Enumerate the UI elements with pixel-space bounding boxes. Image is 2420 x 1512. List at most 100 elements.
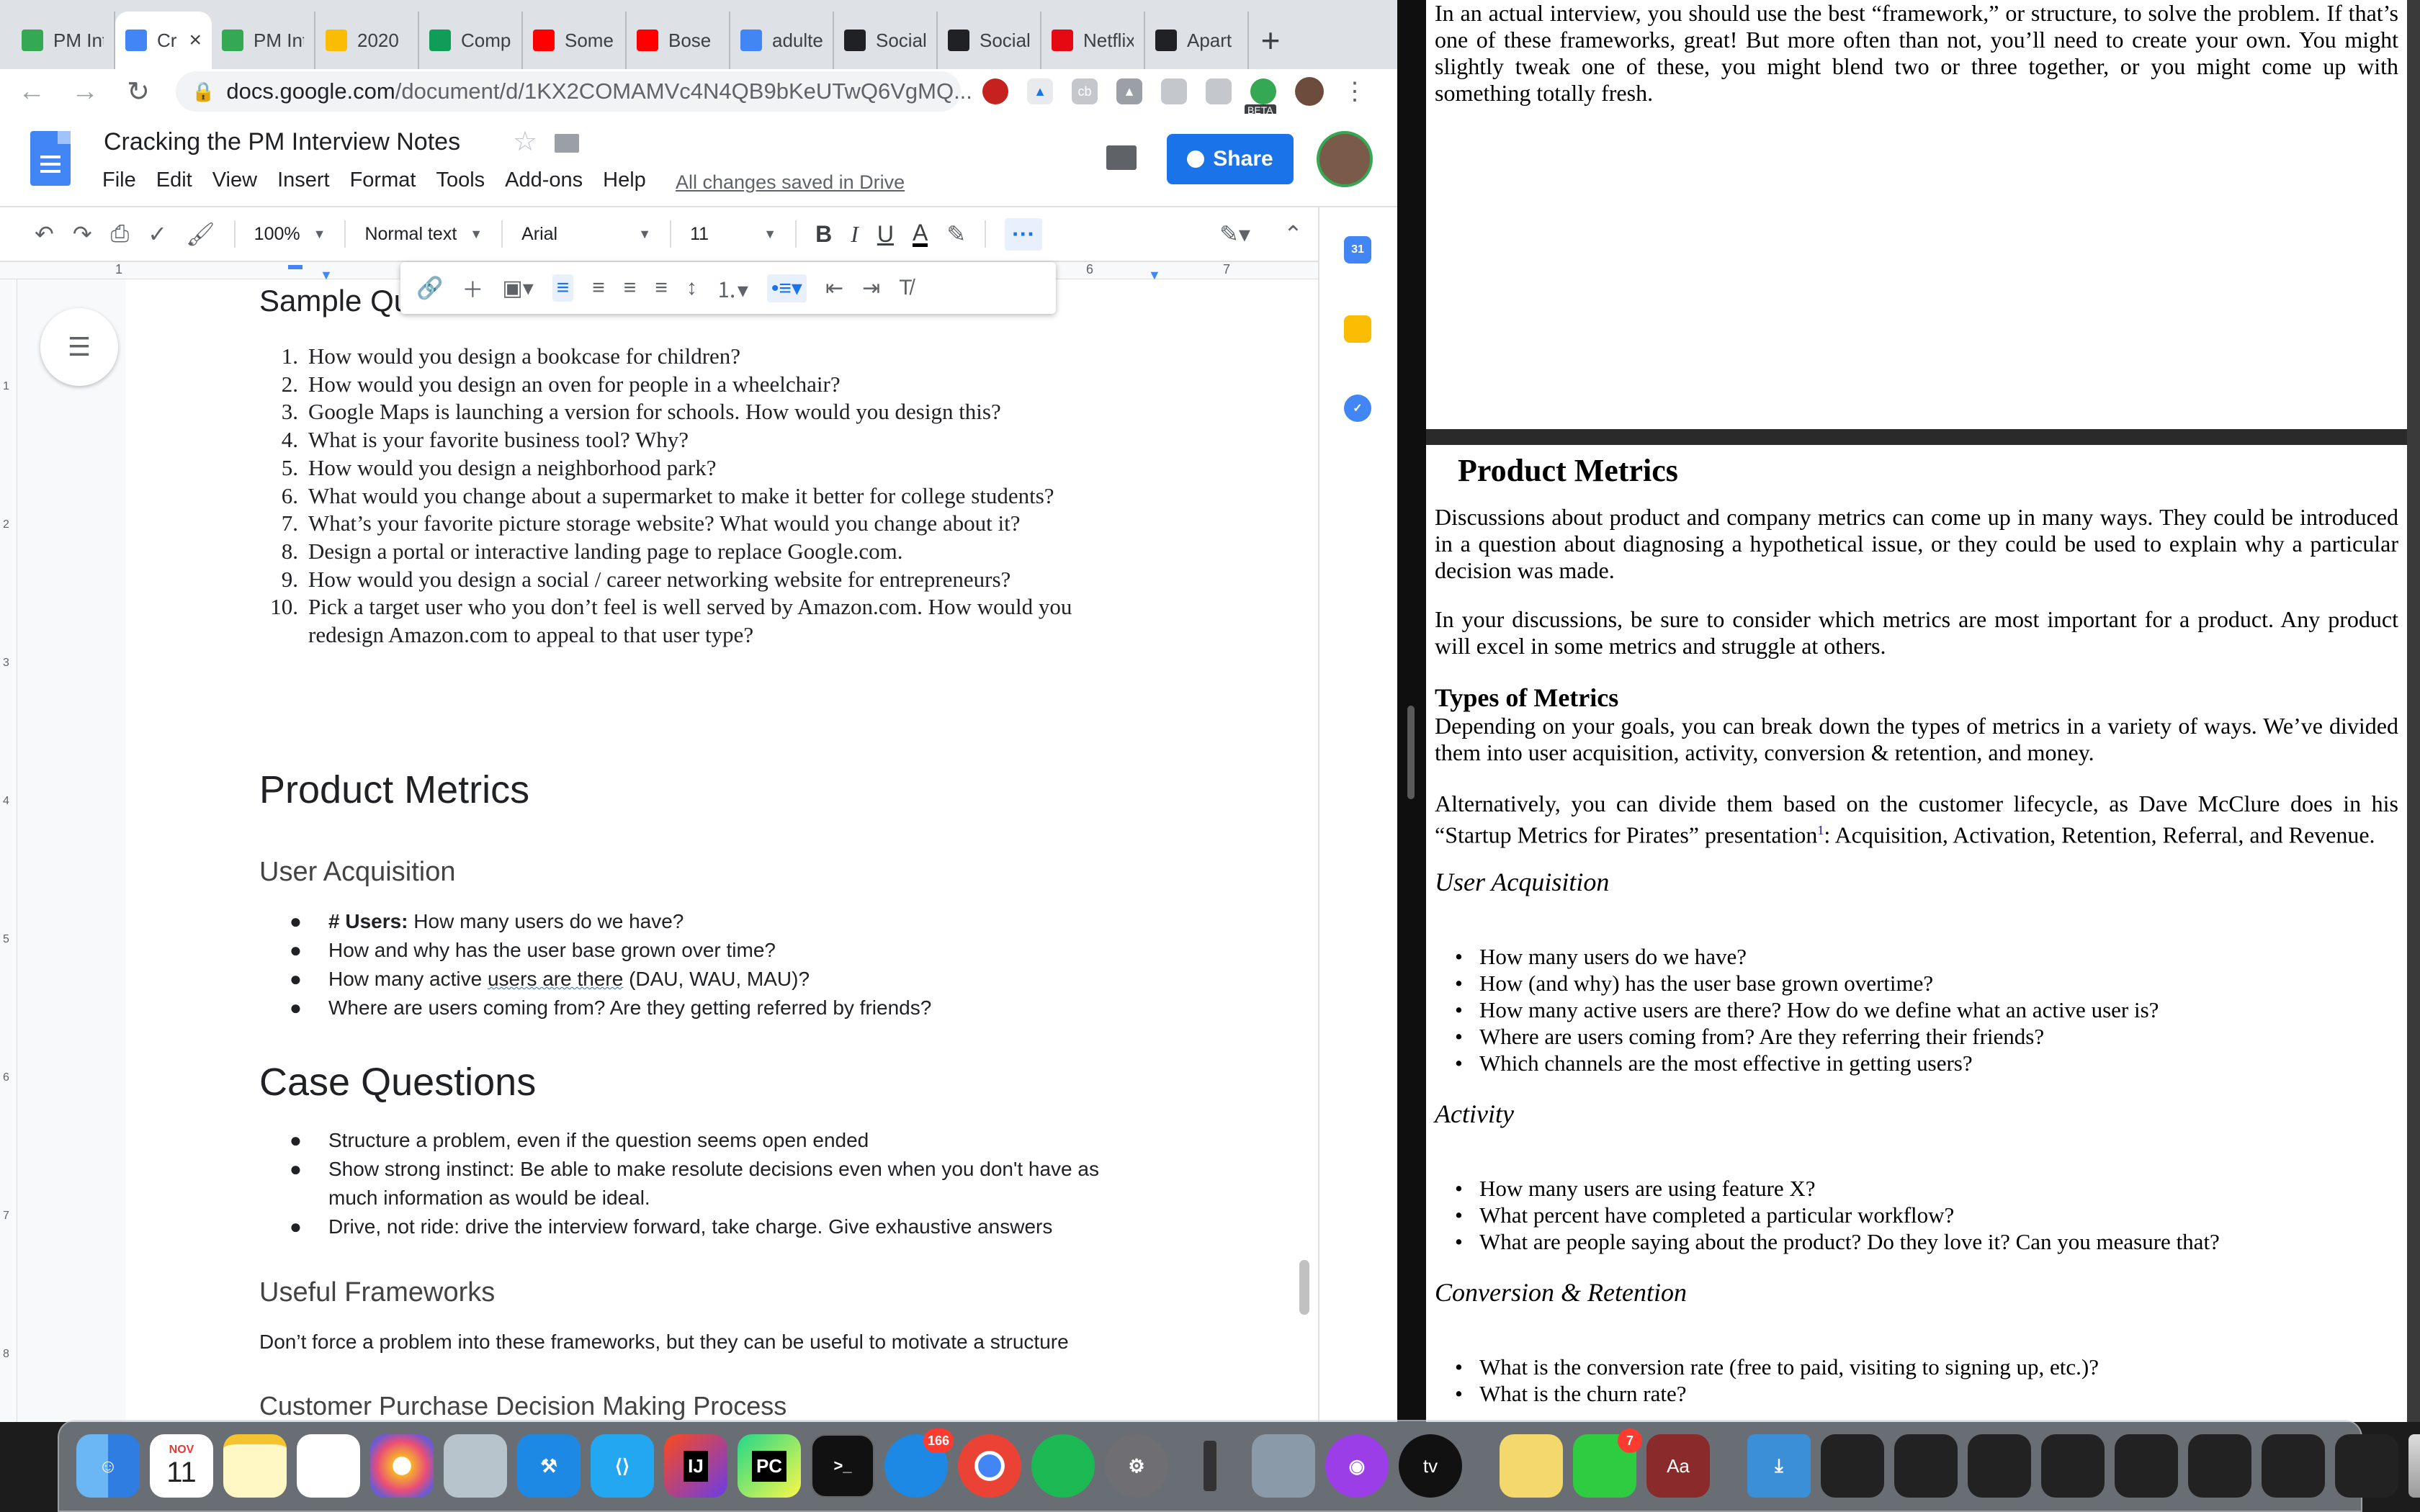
terminal-icon[interactable]: >_ (811, 1434, 874, 1498)
divider-handle[interactable] (1407, 706, 1415, 799)
dictionary-icon[interactable]: Aa (1646, 1434, 1710, 1498)
new-tab-button[interactable]: + (1249, 12, 1292, 69)
minimized-window[interactable] (2115, 1434, 2178, 1498)
style-select[interactable]: Normal text ▼ (364, 224, 483, 245)
document-title[interactable]: Cracking the PM Interview Notes (104, 128, 460, 156)
italic-icon[interactable]: I (851, 221, 859, 248)
minimized-window[interactable] (2188, 1434, 2251, 1498)
indent-marker[interactable] (288, 265, 302, 269)
document-outline-icon[interactable]: ☰ (40, 308, 118, 386)
chrome-icon[interactable] (958, 1434, 1021, 1498)
back-arrow-icon[interactable]: ← (16, 76, 48, 107)
zoom-select[interactable]: 100% ▼ (254, 224, 326, 245)
move-folder-icon[interactable] (555, 134, 579, 153)
minimized-window[interactable] (2335, 1434, 2398, 1498)
menu-tools[interactable]: Tools (436, 168, 485, 192)
bold-icon[interactable]: B (815, 221, 832, 248)
pdf-pane-bottom[interactable]: Product Metrics Discussions about produc… (1426, 445, 2407, 1422)
increase-indent-icon[interactable]: ⇥ (862, 276, 880, 301)
adblock-extension-icon[interactable] (982, 78, 1008, 104)
align-center-icon[interactable]: ≡ (592, 276, 605, 300)
stickies-icon[interactable] (1500, 1434, 1563, 1498)
close-tab-icon[interactable]: × (189, 28, 202, 53)
chrome-menu-icon[interactable]: ⋮ (1343, 77, 1367, 106)
apple-tv-icon[interactable]: tv (1399, 1434, 1462, 1498)
xcode-icon[interactable]: ⚒ (517, 1434, 581, 1498)
downloads-folder-icon[interactable]: ⤓ (1747, 1434, 1811, 1498)
card-extension-icon[interactable] (1206, 78, 1232, 104)
decrease-indent-icon[interactable]: ⇤ (825, 276, 843, 301)
grammar-extension-icon[interactable]: BETA (1245, 78, 1276, 116)
underline-icon[interactable]: U (877, 221, 894, 248)
cb-extension-icon[interactable]: cb (1072, 78, 1098, 104)
bulleted-list-icon[interactable]: •≡▾ (766, 274, 807, 302)
reload-icon[interactable]: ↻ (122, 76, 154, 108)
menu-view[interactable]: View (212, 168, 257, 192)
image-capture-icon[interactable] (1252, 1434, 1315, 1498)
browser-tab[interactable]: Cr × (115, 12, 212, 69)
text-color-icon[interactable]: A (912, 221, 928, 247)
clip-extension-icon[interactable] (1161, 78, 1187, 104)
menu-edit[interactable]: Edit (156, 168, 192, 192)
browser-tab[interactable]: Apart (1145, 12, 1249, 69)
spotify-icon[interactable] (1031, 1434, 1095, 1498)
podcasts-icon[interactable]: ◉ (1325, 1434, 1389, 1498)
minimized-window[interactable] (2262, 1434, 2325, 1498)
spellcheck-underline[interactable]: users are there (488, 968, 623, 990)
trash-icon[interactable] (2408, 1434, 2420, 1498)
vscode-icon[interactable]: ⟨⟩ (591, 1434, 654, 1498)
minimized-window[interactable] (1821, 1434, 1884, 1498)
address-bar[interactable]: 🔒 docs.google.com/document/d/1KX2COMAMVc… (176, 71, 1007, 112)
notes-icon[interactable] (223, 1434, 287, 1498)
browser-tab[interactable]: Some (523, 12, 627, 69)
minimized-window[interactable] (1968, 1434, 2031, 1498)
phone-icon[interactable] (1178, 1434, 1242, 1498)
messages-icon[interactable]: 166 (884, 1428, 954, 1498)
photos-icon[interactable] (370, 1434, 434, 1498)
align-left-icon[interactable]: ≡ (552, 274, 574, 302)
document-scrollbar[interactable] (1299, 1260, 1309, 1315)
comments-icon[interactable] (1106, 145, 1137, 170)
more-options-icon[interactable]: ··· (1005, 217, 1043, 251)
browser-tab[interactable]: 2020 (315, 12, 419, 69)
minimized-window[interactable] (1894, 1434, 1958, 1498)
browser-tab[interactable]: Social (938, 12, 1041, 69)
line-spacing-icon[interactable]: ↕ (686, 276, 697, 300)
account-avatar[interactable] (1317, 131, 1373, 187)
pycharm-icon[interactable]: PC (738, 1434, 801, 1498)
browser-tab[interactable]: Social (834, 12, 938, 69)
intellij-icon[interactable]: IJ (664, 1434, 727, 1498)
menu-add-ons[interactable]: Add-ons (505, 168, 583, 192)
browser-tab[interactable]: adulte (730, 12, 834, 69)
system-preferences-icon[interactable]: ⚙ (1105, 1434, 1168, 1498)
keep-icon[interactable] (1344, 315, 1371, 343)
highlight-icon[interactable]: ✎ (946, 220, 966, 248)
print-icon[interactable]: ⎙ (111, 220, 130, 248)
align-right-icon[interactable]: ≡ (624, 276, 637, 300)
clear-formatting-icon[interactable]: T̸ (899, 276, 912, 300)
docs-logo-icon[interactable] (30, 131, 71, 186)
editing-mode-icon[interactable]: ✎▾ (1219, 220, 1250, 248)
undo-icon[interactable]: ↶ (35, 220, 54, 248)
browser-tab[interactable]: Comp (419, 12, 523, 69)
menu-file[interactable]: File (102, 168, 136, 192)
menu-help[interactable]: Help (603, 168, 646, 192)
redo-icon[interactable]: ↷ (73, 220, 92, 248)
profile-avatar[interactable] (1295, 77, 1324, 106)
forward-arrow-icon[interactable]: → (69, 76, 101, 107)
calendar-app-icon[interactable]: NOV 11 (150, 1434, 213, 1498)
share-button[interactable]: Share (1167, 134, 1294, 184)
collapse-toolbar-icon[interactable]: ⌃ (1283, 220, 1303, 248)
insert-image-icon[interactable]: ▣▾ (502, 276, 533, 301)
menu-insert[interactable]: Insert (277, 168, 330, 192)
split-view-divider[interactable] (1397, 0, 1426, 1422)
star-document-icon[interactable]: ☆ (513, 125, 537, 158)
paint-format-icon[interactable]: 🖌 (186, 220, 215, 248)
minimized-window[interactable] (2041, 1434, 2105, 1498)
browser-tab[interactable]: Netflix (1041, 12, 1145, 69)
preview-icon[interactable] (444, 1434, 507, 1498)
tasks-icon[interactable]: ✓ (1344, 395, 1371, 422)
reminders-icon[interactable] (297, 1434, 360, 1498)
link-icon[interactable]: 🔗 (416, 276, 443, 301)
font-size-select[interactable]: 11 ▼ (690, 224, 776, 245)
